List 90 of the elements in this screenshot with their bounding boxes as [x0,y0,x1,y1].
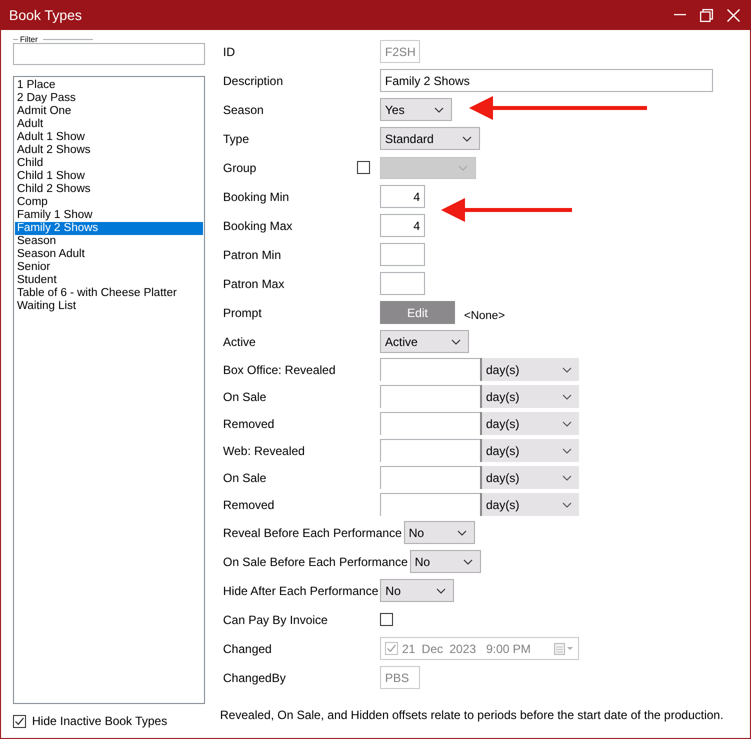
dropdown[interactable]: Standard [380,127,480,150]
time-text: 9:00 PM [486,642,531,656]
field-label: Booking Max [223,218,294,232]
field-label: On Sale [223,390,268,404]
chevron-icon [451,338,461,344]
field-label: Prompt [223,306,263,320]
field-label: Active [223,334,257,348]
input-field[interactable] [380,358,480,381]
input-field[interactable] [380,493,480,516]
input-field[interactable] [380,439,480,462]
field-label: Box Office: Revealed [223,362,337,376]
field-label: Booking Min [223,190,290,204]
filter-field[interactable] [13,43,205,65]
field-label: Patron Min [223,248,282,262]
field-label: Description [223,74,284,88]
list-item[interactable]: Family 2 Shows [15,222,203,235]
close-icon[interactable] [727,8,740,22]
list-item[interactable]: Child 1 Show [15,170,203,183]
list-item[interactable]: Comp [15,196,203,209]
list-item[interactable]: Table of 6 - with Cheese Platter [15,287,203,300]
footnote: Revealed, On Sale, and Hidden offsets relate to periods before the start date of the production. [220,708,724,722]
chevron-icon [562,448,572,454]
dropdown[interactable]: day(s) [480,466,579,489]
chevron-icon [562,366,572,372]
list-item[interactable]: Admit One [15,105,203,118]
field-label: ChangedBy [223,670,287,684]
checkbox[interactable] [13,714,26,728]
checkbox[interactable] [380,613,393,626]
dropdown[interactable]: day(s) [480,439,579,462]
prompt-value: <None> [464,310,505,322]
number-field[interactable]: 4 [380,185,425,208]
field-label: ID [223,44,236,58]
list-item[interactable]: Student [15,274,203,287]
list-item[interactable]: Season [15,235,203,248]
field-label: On Sale [223,470,268,484]
dropdown[interactable]: day(s) [480,385,579,408]
number-field[interactable]: 4 [380,214,425,237]
list-item[interactable]: Adult [15,118,203,131]
list-item[interactable]: Senior [15,261,203,274]
field-label: Web: Revealed [223,444,306,458]
dropdown[interactable]: No [380,579,454,602]
field-label: Group [223,160,258,174]
list-item[interactable]: Season Adult [15,248,203,261]
dropdown[interactable]: day(s) [480,412,579,435]
input-field[interactable] [380,385,480,408]
list-item[interactable]: Waiting List [15,300,203,313]
filter-label: Filter [20,35,38,44]
field-label: Type [223,132,250,146]
date-text: 21 Dec 2023 [402,642,476,656]
chevron-icon [436,588,446,594]
chevron-icon [456,530,467,536]
list-item[interactable]: 1 Place [15,79,203,92]
field-label: Removed [223,498,276,512]
field-label: Hide After Each Performance [223,584,378,598]
field-label: Reveal Before Each Performance [223,526,402,540]
list-item[interactable]: Child 2 Shows [15,183,203,196]
field-label: Changed [223,642,273,656]
chevron-icon [562,394,572,400]
dropdown[interactable]: Yes [380,98,452,121]
list-item[interactable]: Adult 1 Show [15,131,203,144]
list-item[interactable]: 2 Day Pass [15,92,203,105]
dropdown[interactable]: day(s) [480,358,579,381]
number-field[interactable] [380,272,425,295]
dropdown[interactable]: No [404,521,475,544]
minimize-icon[interactable] [674,14,686,16]
list-item[interactable]: Child [15,157,203,170]
input-field[interactable] [380,412,480,435]
chevron-icon [462,136,472,142]
maximize-icon[interactable] [700,8,713,22]
list-item[interactable]: Adult 2 Shows [15,144,203,157]
dropdown[interactable]: Active [380,330,469,353]
text-field[interactable]: Family 2 Shows [380,69,713,92]
field-label: Season [223,102,265,116]
field-label: Patron Max [223,276,286,290]
chevron-icon [434,106,444,112]
field-label: Removed [223,416,276,430]
number-field[interactable] [380,243,425,266]
list-item[interactable]: Family 1 Show [15,209,203,222]
input-field[interactable] [380,466,480,489]
dropdown[interactable]: day(s) [480,493,579,516]
checkbox-label: Hide Inactive Book Types [32,714,168,728]
field-label: On Sale Before Each Performance [223,554,408,568]
chevron-icon [462,558,473,564]
chevron-icon [562,420,572,426]
chevron-icon [458,164,468,170]
window-title: Book Types [9,7,83,23]
field-label: Can Pay By Invoice [223,612,329,626]
chevron-icon [562,474,572,480]
dropdown[interactable]: No [410,550,481,573]
chevron-icon [562,502,572,508]
